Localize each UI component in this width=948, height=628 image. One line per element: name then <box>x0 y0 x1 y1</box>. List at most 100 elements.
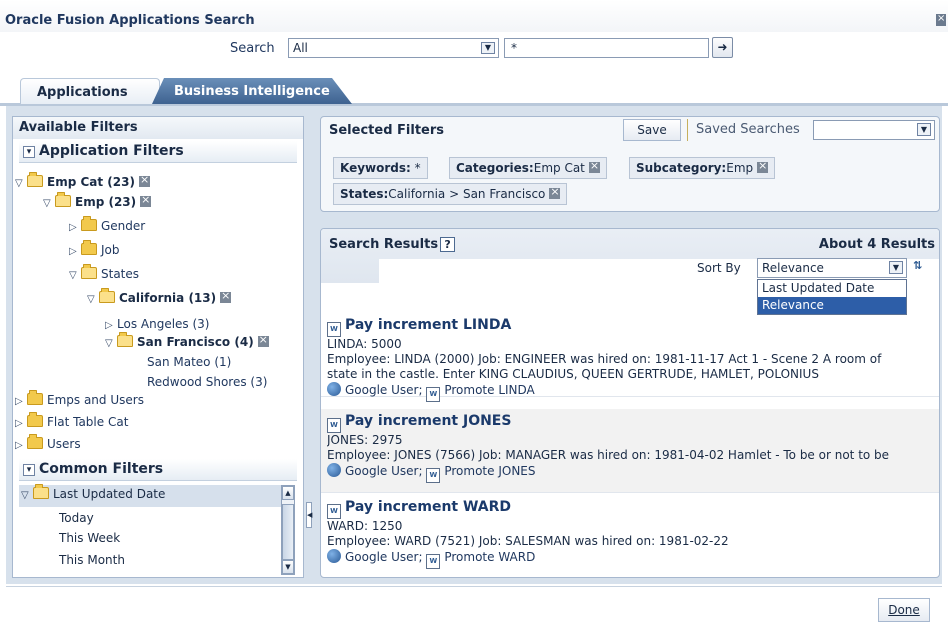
result-title[interactable]: Pay increment JONES <box>345 413 511 429</box>
tree-item-users[interactable]: ▷ Users <box>15 434 81 457</box>
result-actions: Google User; W Promote LINDA <box>327 382 933 402</box>
vertical-scrollbar[interactable]: ▲ ▼ <box>281 485 295 575</box>
collapsed-icon[interactable]: ▷ <box>105 320 117 331</box>
arrow-right-icon: ➜ <box>717 40 728 54</box>
sort-option-last-updated[interactable]: Last Updated Date <box>758 280 906 297</box>
google-user-link[interactable]: Google User; <box>345 383 423 397</box>
result-title-row[interactable]: W Pay increment WARD <box>327 499 933 519</box>
tree-item-label: San Mateo (1) <box>147 355 232 369</box>
results-count: About 4 Results <box>818 237 935 252</box>
promote-link[interactable]: Promote WARD <box>444 550 535 564</box>
common-item-today[interactable]: Today <box>59 511 94 525</box>
google-user-link[interactable]: Google User; <box>345 464 423 478</box>
application-filters-header[interactable]: ▾ Application Filters <box>19 141 297 163</box>
filter-chip-key: Subcategory: <box>636 161 727 175</box>
sort-by-select[interactable]: Relevance ▼ <box>757 258 907 278</box>
collapsed-icon[interactable]: ▷ <box>15 418 27 429</box>
result-line-2: Employee: JONES (7566) Job: MANAGER was … <box>327 448 890 462</box>
expanded-icon[interactable]: ▽ <box>43 198 55 209</box>
collapse-icon[interactable]: ▾ <box>23 464 35 476</box>
scroll-thumb[interactable] <box>282 504 294 560</box>
remove-filter-icon[interactable] <box>140 193 152 207</box>
collapse-pane-icon[interactable]: ◀ <box>306 502 312 528</box>
tree-item-california[interactable]: ▽ California (13) <box>87 288 232 311</box>
tab-business-intelligence[interactable]: Business Intelligence <box>152 78 352 104</box>
expanded-icon[interactable]: ▽ <box>87 294 99 305</box>
globe-icon <box>327 549 341 563</box>
result-title-row[interactable]: W Pay increment LINDA <box>327 317 933 337</box>
chevron-down-icon[interactable]: ▼ <box>889 261 903 274</box>
remove-filter-icon[interactable] <box>549 185 561 199</box>
results-title-text: Search Results <box>329 237 439 252</box>
tab-strip: Applications Business Intelligence <box>0 78 948 106</box>
tree-item-san-mateo[interactable]: San Mateo (1) <box>147 355 231 375</box>
chevron-down-icon[interactable]: ▼ <box>481 42 495 54</box>
save-button[interactable]: Save <box>623 119 681 141</box>
footer-divider <box>6 586 942 587</box>
tree-item-label: Last Updated Date <box>53 487 166 501</box>
sort-by-value: Relevance <box>762 261 824 275</box>
tree-item-flat-table-cat[interactable]: ▷ Flat Table Cat <box>15 412 129 435</box>
help-icon[interactable]: ? <box>440 237 456 252</box>
done-button[interactable]: Done <box>878 598 930 622</box>
search-scope-select[interactable]: All ▼ <box>288 38 499 58</box>
tree-item-job[interactable]: ▷ Job <box>69 240 120 263</box>
common-filters-header[interactable]: ▾ Common Filters <box>19 459 297 481</box>
remove-filter-icon[interactable] <box>588 159 600 173</box>
tree-item-emp[interactable]: ▽ Emp (23) <box>43 192 152 215</box>
sort-option-relevance[interactable]: Relevance <box>758 297 906 314</box>
tree-item-label: Emp (23) <box>75 195 137 209</box>
expanded-icon[interactable]: ▽ <box>105 338 117 349</box>
scroll-down-icon[interactable]: ▼ <box>282 560 294 574</box>
remove-filter-icon[interactable] <box>220 289 232 303</box>
tree-item-label: Emps and Users <box>47 393 144 407</box>
globe-icon <box>327 382 341 396</box>
result-title[interactable]: Pay increment LINDA <box>345 317 511 333</box>
collapsed-icon[interactable]: ▷ <box>69 222 81 233</box>
chevron-down-icon[interactable]: ▼ <box>917 123 931 136</box>
collapse-icon[interactable]: ▾ <box>23 146 35 158</box>
close-icon[interactable] <box>936 13 946 26</box>
collapsed-icon[interactable]: ▷ <box>15 440 27 451</box>
remove-filter-icon[interactable] <box>757 159 769 173</box>
filter-chip-value: * <box>414 161 421 175</box>
result-title[interactable]: Pay increment WARD <box>345 499 511 515</box>
pane-splitter[interactable]: ◀ <box>304 112 314 582</box>
common-item-this-month[interactable]: This Month <box>59 553 125 567</box>
sort-by-label: Sort By <box>697 261 741 275</box>
tree-item-gender[interactable]: ▷ Gender <box>69 216 146 239</box>
tab-applications[interactable]: Applications <box>20 78 160 104</box>
tree-item-label: Flat Table Cat <box>47 415 129 429</box>
folder-icon <box>81 216 97 231</box>
available-filters-panel: Available Filters ▾ Application Filters ▽… <box>12 116 304 578</box>
expanded-icon[interactable]: ▽ <box>21 490 33 501</box>
common-filters-title: Common Filters <box>39 461 164 477</box>
common-filters-list: ▽ Last Updated Date Today This Week This … <box>19 484 297 577</box>
sort-order-icon[interactable]: ⇅ <box>913 259 931 277</box>
result-title-row[interactable]: W Pay increment JONES <box>327 413 933 433</box>
tree-item-redwood-shores[interactable]: Redwood Shores (3) <box>147 375 267 395</box>
filter-chip-states: States:California > San Francisco <box>333 183 568 205</box>
collapsed-icon[interactable]: ▷ <box>69 246 81 257</box>
tree-item-last-updated-date[interactable]: ▽ Last Updated Date <box>19 484 281 507</box>
promote-link[interactable]: Promote LINDA <box>444 383 534 397</box>
search-scope-value: All <box>293 41 308 55</box>
expanded-icon[interactable]: ▽ <box>15 178 27 189</box>
tree-item-emp-cat[interactable]: ▽ Emp Cat (23) <box>15 172 150 195</box>
folder-icon <box>27 412 43 427</box>
remove-filter-icon[interactable] <box>138 173 150 187</box>
common-item-this-week[interactable]: This Week <box>59 531 120 545</box>
expanded-icon[interactable]: ▽ <box>69 270 81 281</box>
saved-searches-select[interactable]: ▼ <box>813 120 935 140</box>
promote-link[interactable]: Promote JONES <box>444 464 535 478</box>
tree-item-san-francisco[interactable]: ▽ San Francisco (4) <box>105 332 269 355</box>
tree-item-label: Gender <box>101 219 146 233</box>
google-user-link[interactable]: Google User; <box>345 550 423 564</box>
remove-filter-icon[interactable] <box>257 333 269 347</box>
tree-item-emps-and-users[interactable]: ▷ Emps and Users <box>15 390 144 413</box>
scroll-up-icon[interactable]: ▲ <box>282 486 294 500</box>
collapsed-icon[interactable]: ▷ <box>15 396 27 407</box>
search-input[interactable] <box>504 38 709 58</box>
tree-item-states[interactable]: ▽ States <box>69 264 139 287</box>
search-go-button[interactable]: ➜ <box>712 37 733 58</box>
